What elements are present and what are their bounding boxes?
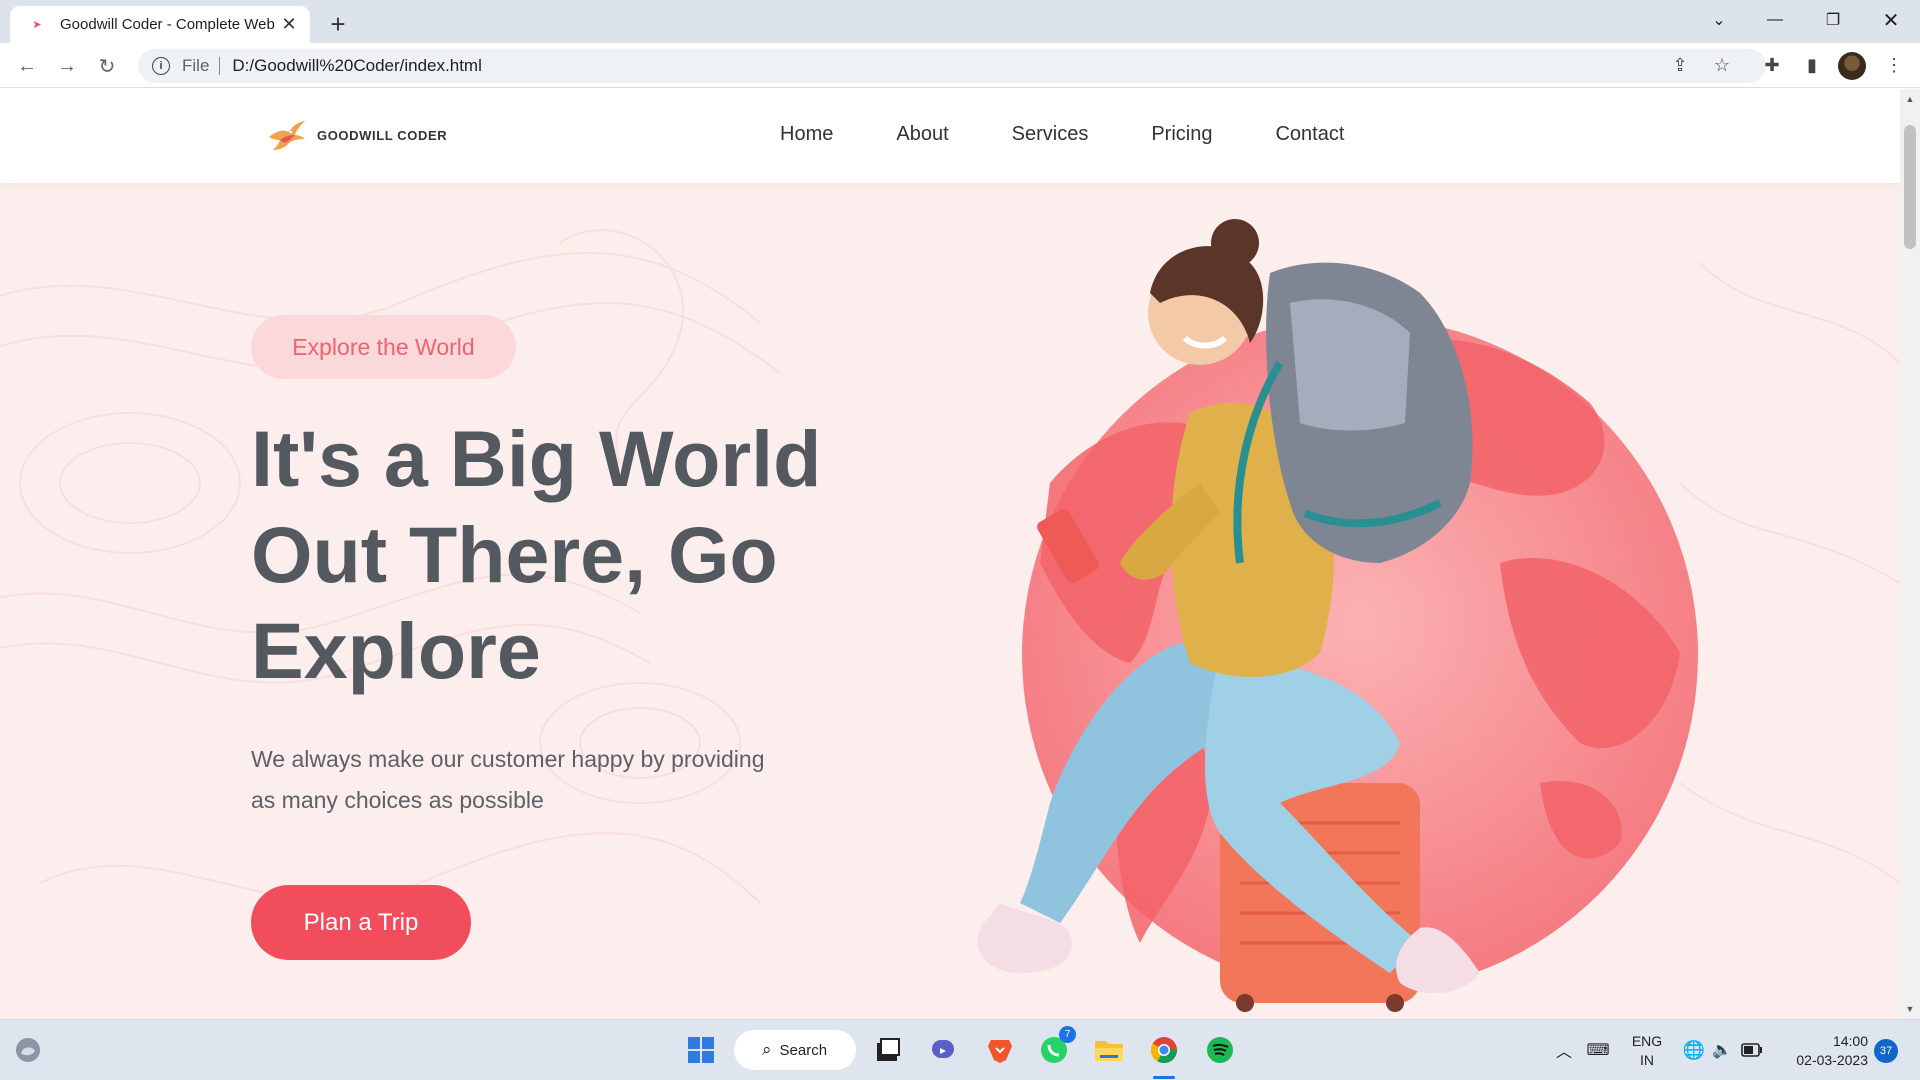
url-text[interactable]: D:/Goodwill%20Coder/index.html: [232, 56, 481, 76]
clock-time: 14:00: [1832, 1033, 1868, 1049]
site-favicon-icon: ➤: [32, 19, 42, 31]
hero-subtitle-line-2: as many choices as possible: [251, 787, 544, 813]
nav-services[interactable]: Services: [1012, 123, 1089, 146]
hero-title-line-3: Explore: [251, 606, 541, 695]
notification-badge[interactable]: 37: [1874, 1039, 1898, 1063]
keyboard-icon[interactable]: ⌨: [1580, 1032, 1616, 1068]
nav-home[interactable]: Home: [780, 123, 833, 146]
address-bar[interactable]: i File D:/Goodwill%20Coder/index.html: [138, 49, 1766, 83]
forward-button[interactable]: →: [50, 49, 84, 83]
windows-taskbar: ⌕ Search 7 ︿ ⌨ ENG IN 🌐 🔈 14:00 02-03-20…: [0, 1019, 1920, 1080]
taskbar-search[interactable]: ⌕ Search: [734, 1030, 856, 1070]
scroll-up-arrow-icon[interactable]: ▲: [1900, 91, 1920, 107]
hero-subtitle-line-1: We always make our customer happy by pro…: [251, 746, 765, 772]
close-tab-icon[interactable]: ✕: [278, 14, 300, 36]
page-scrollbar[interactable]: ▲ ▼: [1900, 89, 1920, 1019]
weather-widget-icon[interactable]: [10, 1032, 46, 1068]
site-header: GOODWILL CODER Home About Services Prici…: [0, 89, 1900, 183]
hero-title-line-1: It's a Big World: [251, 414, 822, 503]
scroll-down-arrow-icon[interactable]: ▼: [1900, 1001, 1920, 1017]
close-window-button[interactable]: ✕: [1862, 0, 1920, 40]
side-panel-icon[interactable]: ▮: [1796, 49, 1828, 81]
tab-title: Goodwill Coder - Complete Web: [60, 16, 275, 33]
whatsapp-icon[interactable]: 7: [1036, 1026, 1076, 1068]
site-logo[interactable]: GOODWILL CODER: [265, 117, 447, 153]
menu-kebab-icon[interactable]: ⋮: [1878, 49, 1910, 81]
battery-icon[interactable]: [1734, 1032, 1770, 1068]
chrome-icon[interactable]: [1146, 1032, 1182, 1068]
new-tab-button[interactable]: +: [322, 8, 354, 40]
back-button[interactable]: ←: [10, 49, 44, 83]
hero-title-line-2: Out There, Go: [251, 510, 778, 599]
page-viewport: GOODWILL CODER Home About Services Prici…: [0, 89, 1900, 1019]
nav-about[interactable]: About: [896, 123, 948, 146]
tab-search-icon[interactable]: ⌄: [1690, 0, 1748, 40]
clock-date: 02-03-2023: [1796, 1052, 1868, 1068]
scheme-label: File: [182, 56, 210, 75]
address-separator: [219, 57, 221, 75]
restore-button[interactable]: ❐: [1804, 0, 1862, 40]
chrome-active-indicator: [1153, 1076, 1175, 1079]
hero-title: It's a Big World Out There, Go Explore: [251, 411, 951, 699]
traveler-illustration: [977, 219, 1698, 1012]
clock[interactable]: 14:00 02-03-2023: [1772, 1032, 1868, 1070]
bookmark-star-icon[interactable]: ☆: [1708, 51, 1736, 79]
start-windows-icon[interactable]: [683, 1032, 719, 1068]
hero-section: Explore the World It's a Big World Out T…: [0, 183, 1900, 1019]
whatsapp-badge: 7: [1059, 1026, 1076, 1043]
main-nav: Home About Services Pricing Contact: [780, 123, 1407, 146]
language-indicator[interactable]: ENG IN: [1622, 1032, 1672, 1070]
reload-button[interactable]: ↻: [90, 49, 124, 83]
nav-pricing[interactable]: Pricing: [1151, 123, 1212, 146]
language-top: ENG: [1631, 1033, 1663, 1049]
plan-trip-button[interactable]: Plan a Trip: [251, 885, 471, 960]
share-icon[interactable]: ⇪: [1666, 51, 1694, 79]
tray-chevron-up-icon[interactable]: ︿: [1546, 1032, 1582, 1068]
spotify-icon[interactable]: [1202, 1032, 1238, 1068]
nav-contact[interactable]: Contact: [1275, 123, 1344, 146]
file-explorer-icon[interactable]: [1091, 1032, 1127, 1068]
site-info-icon[interactable]: i: [152, 57, 170, 75]
hero-subtitle: We always make our customer happy by pro…: [251, 739, 811, 821]
language-bottom: IN: [1640, 1052, 1654, 1068]
extensions-icon[interactable]: ✚: [1756, 49, 1788, 81]
profile-avatar[interactable]: [1838, 52, 1866, 80]
taskbar-search-label: Search: [779, 1041, 828, 1059]
browser-tab-active[interactable]: ➤ Goodwill Coder - Complete Web ✕: [10, 6, 310, 43]
minimize-button[interactable]: —: [1746, 0, 1804, 40]
teams-chat-icon[interactable]: [926, 1032, 962, 1068]
browser-toolbar: ← → ↻ i File D:/Goodwill%20Coder/index.h…: [0, 43, 1920, 88]
explore-badge: Explore the World: [251, 315, 516, 379]
brave-browser-icon[interactable]: [982, 1032, 1018, 1068]
scrollbar-thumb[interactable]: [1904, 125, 1916, 249]
brand-name: GOODWILL CODER: [317, 127, 448, 143]
task-view-icon[interactable]: [870, 1032, 906, 1068]
tab-strip: ➤ Goodwill Coder - Complete Web ✕ + ⌄ — …: [0, 0, 1920, 43]
bird-logo-icon: [269, 121, 305, 150]
search-icon: ⌕: [762, 1040, 772, 1059]
